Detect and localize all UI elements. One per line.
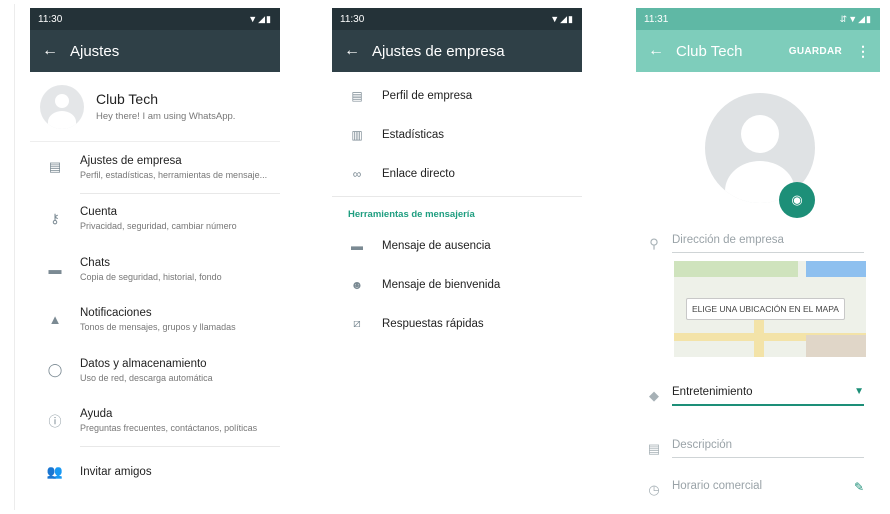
map-park (674, 261, 798, 277)
item-label: Enlace directo (382, 167, 455, 180)
away-message-icon: ▬ (351, 238, 363, 253)
category-select[interactable]: Entretenimiento ▼ (672, 386, 864, 406)
help-icon: ⓘ (48, 414, 62, 430)
item-label: Estadísticas (382, 128, 444, 141)
settings-item-title: Chats (80, 256, 111, 269)
key-icon: ⚷ (50, 210, 60, 226)
app-bar: ← Ajustes (30, 30, 280, 72)
business-profile-screen: 11:31 ⇵▼◢▮ ← Club Tech GUARDAR ⋮ ◉ ⚲ Dir… (636, 8, 880, 508)
store-icon: ▤ (351, 88, 363, 103)
edit-pencil-icon[interactable]: ✎ (854, 480, 864, 494)
settings-item-help[interactable]: ⓘ Ayuda Preguntas frecuentes, contáctano… (30, 396, 280, 447)
away-message-item[interactable]: ▬ Mensaje de ausencia (332, 226, 582, 265)
business-hours-field[interactable]: Horario comercial ✎ (672, 480, 864, 500)
app-bar: ← Ajustes de empresa (332, 30, 582, 72)
item-label: Mensaje de ausencia (382, 239, 491, 252)
page-title: Ajustes (70, 42, 120, 60)
save-button[interactable]: GUARDAR (789, 46, 842, 57)
business-settings-screen: 11:30 ▼◢▮ ← Ajustes de empresa ▤ Perfil … (332, 8, 582, 508)
location-pin-icon: ⚲ (649, 235, 659, 251)
settings-item-data[interactable]: ◯ Datos y almacenamiento Uso de red, des… (30, 345, 280, 396)
app-bar: ← Club Tech GUARDAR ⋮ (636, 30, 880, 72)
page-title: Club Tech (676, 42, 743, 60)
statistics-item[interactable]: ▥ Estadísticas (332, 115, 582, 154)
people-icon: 👥 (46, 464, 64, 480)
settings-item-account[interactable]: ⚷ Cuenta Privacidad, seguridad, cambiar … (30, 194, 280, 245)
clock-icon: ◷ (648, 482, 660, 497)
profile-name: Club Tech (96, 91, 159, 107)
section-title: Herramientas de mensajería (348, 209, 475, 220)
settings-item-subtitle: Copia de seguridad, historial, fondo (80, 271, 222, 282)
quick-replies-item[interactable]: ⧄ Respuestas rápidas (332, 304, 582, 343)
status-icons: ⇵▼◢▮ (839, 13, 872, 24)
settings-item-title: Notificaciones (80, 307, 152, 320)
settings-item-subtitle: Perfil, estadísticas, herramientas de me… (80, 169, 268, 180)
status-bar: 11:30 ▼◢▮ (30, 8, 280, 30)
item-label: Mensaje de bienvenida (382, 278, 501, 291)
description-row[interactable]: ▤ Descripción (636, 439, 880, 458)
settings-item-chats[interactable]: ▬ Chats Copia de seguridad, historial, f… (30, 244, 280, 295)
settings-item-subtitle: Tonos de mensajes, grupos y llamadas (80, 322, 236, 333)
map-block (806, 335, 866, 357)
settings-item-business[interactable]: ▤ Ajustes de empresa Perfil, estadística… (30, 142, 280, 193)
status-time: 11:30 (340, 13, 365, 25)
settings-screen: 11:30 ▼◢▮ ← Ajustes Club Tech Hey there!… (30, 8, 280, 508)
status-bar: 11:30 ▼◢▮ (332, 8, 582, 30)
settings-item-subtitle: Uso de red, descarga automática (80, 372, 213, 383)
settings-item-title: Ayuda (80, 408, 113, 421)
settings-item-title: Datos y almacenamiento (80, 357, 207, 370)
status-icons: ▼◢▮ (248, 13, 272, 24)
item-label: Respuestas rápidas (382, 317, 484, 330)
category-row[interactable]: ◆ Entretenimiento ▼ (636, 386, 880, 406)
chat-icon: ▬ (48, 261, 62, 277)
status-icons: ▼◢▮ (550, 13, 574, 24)
page-border (14, 4, 15, 510)
more-options-icon[interactable]: ⋮ (856, 43, 870, 60)
settings-item-subtitle: Preguntas frecuentes, contáctanos, polít… (80, 423, 258, 434)
greeting-message-icon: ☻ (350, 277, 364, 292)
status-time: 11:31 (644, 13, 669, 25)
settings-item-title: Invitar amigos (80, 466, 152, 479)
profile-row[interactable]: Club Tech Hey there! I am using WhatsApp… (30, 72, 280, 142)
back-arrow-icon[interactable]: ← (636, 42, 676, 60)
hours-label: Horario comercial (672, 480, 763, 492)
store-icon: ▤ (647, 440, 661, 456)
avatar[interactable] (40, 84, 84, 129)
tag-icon: ◆ (649, 388, 659, 403)
item-label: Perfil de empresa (382, 89, 473, 102)
store-icon: ▤ (48, 159, 62, 175)
dropdown-arrow-icon[interactable]: ▼ (854, 386, 864, 398)
settings-item-title: Ajustes de empresa (80, 154, 182, 167)
map-water (806, 261, 866, 277)
address-field[interactable]: Dirección de empresa (672, 234, 864, 253)
profile-about: Hey there! I am using WhatsApp. (96, 111, 236, 122)
description-field[interactable]: Descripción (672, 439, 864, 458)
greeting-message-item[interactable]: ☻ Mensaje de bienvenida (332, 265, 582, 304)
quick-reply-icon: ⧄ (353, 316, 361, 330)
status-time: 11:30 (38, 13, 63, 25)
map-preview[interactable]: ELIGE UNA UBICACIÓN EN EL MAPA (674, 261, 866, 357)
bar-chart-icon: ▥ (351, 127, 363, 142)
data-usage-icon: ◯ (47, 362, 63, 378)
back-arrow-icon[interactable]: ← (332, 42, 372, 60)
settings-item-notifications[interactable]: ▲ Notificaciones Tonos de mensajes, grup… (30, 295, 280, 346)
hours-row[interactable]: ◷ Horario comercial ✎ (636, 480, 880, 500)
status-bar: 11:31 ⇵▼◢▮ (636, 8, 880, 30)
settings-item-subtitle: Privacidad, seguridad, cambiar número (80, 221, 237, 232)
camera-icon[interactable]: ◉ (779, 182, 815, 218)
bell-icon: ▲ (48, 312, 62, 328)
back-arrow-icon[interactable]: ← (30, 42, 70, 60)
page-title: Ajustes de empresa (372, 42, 505, 60)
business-profile-item[interactable]: ▤ Perfil de empresa (332, 76, 582, 115)
link-icon: ∞ (352, 166, 362, 181)
direct-link-item[interactable]: ∞ Enlace directo (332, 154, 582, 193)
choose-location-button[interactable]: ELIGE UNA UBICACIÓN EN EL MAPA (686, 298, 845, 320)
address-row[interactable]: ⚲ Dirección de empresa (636, 234, 880, 253)
settings-item-invite[interactable]: 👥 Invitar amigos (30, 447, 280, 498)
category-value: Entretenimiento (672, 386, 753, 398)
settings-item-title: Cuenta (80, 206, 118, 219)
